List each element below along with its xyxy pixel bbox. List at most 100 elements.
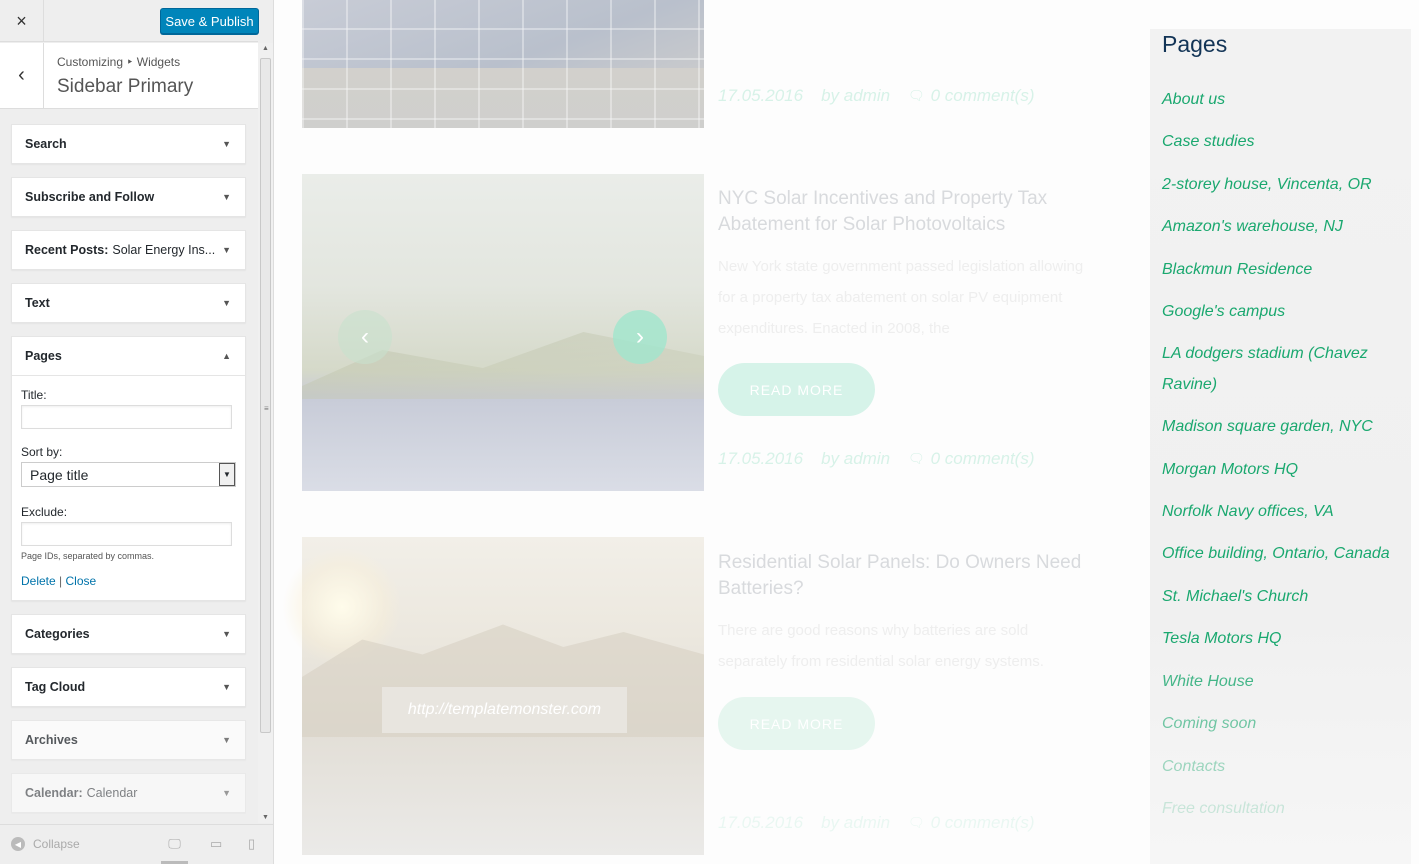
post-image-slider[interactable]: ‹ › bbox=[302, 174, 704, 491]
scroll-up-icon[interactable]: ▲ bbox=[262, 45, 269, 52]
expand-arrow-icon[interactable]: ▼ bbox=[222, 245, 231, 255]
widget-title: Calendar: bbox=[25, 786, 83, 800]
title-input[interactable] bbox=[21, 405, 232, 429]
widget-calendar[interactable]: Calendar: Calendar ▼ bbox=[11, 773, 246, 813]
panel-grid bbox=[302, 0, 704, 128]
post-title[interactable]: Residential Solar Panels: Do Owners Need… bbox=[718, 550, 1098, 602]
pages-widget-form: Title: Sort by: Page title ▼ Exclude: Pag… bbox=[12, 375, 245, 600]
widget-title: Categories bbox=[25, 627, 90, 641]
link-separator: | bbox=[59, 574, 63, 588]
page-link[interactable]: Free consultation bbox=[1162, 794, 1402, 824]
back-button[interactable]: ‹ bbox=[0, 43, 44, 108]
panel-scrollbar[interactable]: ▲ ≡ ▼ bbox=[258, 43, 273, 823]
page-link[interactable]: Amazon's warehouse, NJ bbox=[1162, 212, 1402, 242]
slider-prev-button[interactable]: ‹ bbox=[338, 310, 392, 364]
breadcrumb: Customizing ‣ Widgets bbox=[57, 55, 181, 69]
grip-icon: ≡ bbox=[264, 404, 269, 413]
expand-arrow-icon[interactable]: ▼ bbox=[222, 682, 231, 692]
post-title[interactable]: NYC Solar Incentives and Property Tax Ab… bbox=[718, 186, 1098, 238]
expand-arrow-icon[interactable]: ▼ bbox=[222, 192, 231, 202]
pages-list: About us Case studies 2-storey house, Vi… bbox=[1162, 85, 1402, 836]
page-link[interactable]: Google's campus bbox=[1162, 297, 1402, 327]
post-author: by admin bbox=[821, 86, 891, 105]
widget-title: Pages bbox=[25, 349, 62, 363]
post-image-solar-panels[interactable] bbox=[302, 0, 704, 128]
post-excerpt: There are good reasons why batteries are… bbox=[718, 622, 1044, 670]
delete-link[interactable]: Delete bbox=[21, 574, 56, 588]
dropdown-arrow-icon[interactable]: ▼ bbox=[219, 463, 235, 486]
post-meta: 17.05.2016 by admin 🗨 0 comment(s) bbox=[718, 813, 1035, 833]
expand-arrow-icon[interactable]: ▼ bbox=[222, 788, 231, 798]
exclude-input[interactable] bbox=[21, 522, 232, 546]
sort-by-value: Page title bbox=[30, 467, 89, 483]
page-link[interactable]: Blackmun Residence bbox=[1162, 255, 1402, 285]
read-more-button[interactable]: READ MORE bbox=[718, 363, 875, 416]
save-publish-button[interactable]: Save & Publish bbox=[160, 8, 259, 34]
slider-next-button[interactable]: › bbox=[613, 310, 667, 364]
page-link[interactable]: 2-storey house, Vincenta, OR bbox=[1162, 170, 1402, 200]
page-link[interactable]: Madison square garden, NYC bbox=[1162, 412, 1402, 442]
widget-search[interactable]: Search ▼ bbox=[11, 124, 246, 164]
widget-title: Text bbox=[25, 296, 50, 310]
page-link[interactable]: Morgan Motors HQ bbox=[1162, 455, 1402, 485]
expand-arrow-icon[interactable]: ▼ bbox=[222, 139, 231, 149]
collapse-label: Collapse bbox=[33, 837, 80, 851]
scroll-down-icon[interactable]: ▼ bbox=[262, 814, 269, 821]
sort-by-select[interactable]: Page title ▼ bbox=[21, 462, 236, 487]
watermark: http://templatemonster.com bbox=[382, 687, 627, 733]
exclude-label: Exclude: bbox=[21, 505, 68, 519]
page-link[interactable]: Coming soon bbox=[1162, 709, 1402, 739]
collapse-arrow-icon: ◀ bbox=[11, 837, 25, 851]
widget-categories[interactable]: Categories ▼ bbox=[11, 614, 246, 654]
mobile-preview-icon[interactable]: ▯ bbox=[248, 836, 255, 852]
widget-text[interactable]: Text ▼ bbox=[11, 283, 246, 323]
tablet-preview-icon[interactable]: ▭ bbox=[210, 836, 222, 852]
page-link[interactable]: White House bbox=[1162, 667, 1402, 697]
close-link[interactable]: Close bbox=[66, 574, 97, 588]
widget-subscribe[interactable]: Subscribe and Follow ▼ bbox=[11, 177, 246, 217]
widget-pages[interactable]: Pages ▲ Title: Sort by: Page title ▼ Exclu… bbox=[11, 336, 246, 601]
widget-subtitle: Calendar bbox=[86, 786, 138, 800]
desktop-preview-icon[interactable]: 🖵 bbox=[161, 836, 188, 864]
post-comments[interactable]: 0 comment(s) bbox=[931, 449, 1035, 469]
comment-icon: 🗨 bbox=[908, 451, 925, 466]
page-link[interactable]: Tesla Motors HQ bbox=[1162, 624, 1402, 654]
title-label: Title: bbox=[21, 388, 47, 402]
expand-arrow-icon[interactable]: ▼ bbox=[222, 735, 231, 745]
page-link[interactable]: LA dodgers stadium (Chavez Ravine) bbox=[1162, 339, 1402, 400]
widget-subtitle: Solar Energy Ins... bbox=[112, 243, 216, 257]
sort-by-label: Sort by: bbox=[21, 445, 63, 459]
page-link[interactable]: Case studies bbox=[1162, 127, 1402, 157]
widget-recent-posts[interactable]: Recent Posts: Solar Energy Ins... ▼ bbox=[11, 230, 246, 270]
customizer-header: × Save & Publish bbox=[0, 0, 259, 42]
comment-icon: 🗨 bbox=[908, 88, 925, 103]
widget-tag-cloud[interactable]: Tag Cloud ▼ bbox=[11, 667, 246, 707]
section-title: Sidebar Primary bbox=[57, 76, 194, 97]
sidebar-title: Pages bbox=[1162, 31, 1228, 57]
post-date: 17.05.2016 bbox=[718, 86, 804, 105]
widget-title: Tag Cloud bbox=[25, 680, 86, 694]
expand-arrow-icon[interactable]: ▼ bbox=[222, 298, 231, 308]
pages-sidebar: Pages About us Case studies 2-storey hou… bbox=[1150, 29, 1411, 864]
collapse-arrow-icon[interactable]: ▲ bbox=[222, 351, 231, 361]
widget-list: Search ▼ Subscribe and Follow ▼ Recent Pos… bbox=[11, 124, 246, 826]
post-meta: 17.05.2016 by admin 🗨 0 comment(s) bbox=[718, 449, 1035, 469]
post-comments[interactable]: 0 comment(s) bbox=[931, 86, 1035, 106]
page-link[interactable]: Contacts bbox=[1162, 752, 1402, 782]
customizer-footer: ◀ Collapse 🖵 ▭ ▯ bbox=[0, 824, 273, 864]
expand-arrow-icon[interactable]: ▼ bbox=[222, 629, 231, 639]
page-link[interactable]: Norfolk Navy offices, VA bbox=[1162, 497, 1402, 527]
widget-title: Archives bbox=[25, 733, 78, 747]
page-link[interactable]: About us bbox=[1162, 85, 1402, 115]
read-more-button[interactable]: READ MORE bbox=[718, 697, 875, 750]
collapse-button[interactable]: ◀ Collapse bbox=[11, 837, 80, 851]
widget-archives[interactable]: Archives ▼ bbox=[11, 720, 246, 760]
post-image-mountains[interactable]: http://templatemonster.com bbox=[282, 537, 704, 855]
close-customizer-button[interactable]: × bbox=[0, 0, 44, 42]
page-link[interactable]: Office building, Ontario, Canada bbox=[1162, 539, 1402, 569]
post-comments[interactable]: 0 comment(s) bbox=[931, 813, 1035, 833]
chevron-left-icon: ‹ bbox=[18, 64, 25, 86]
scroll-thumb[interactable]: ≡ bbox=[260, 58, 271, 733]
exclude-description: Page IDs, separated by commas. bbox=[21, 551, 155, 561]
page-link[interactable]: St. Michael's Church bbox=[1162, 582, 1402, 612]
